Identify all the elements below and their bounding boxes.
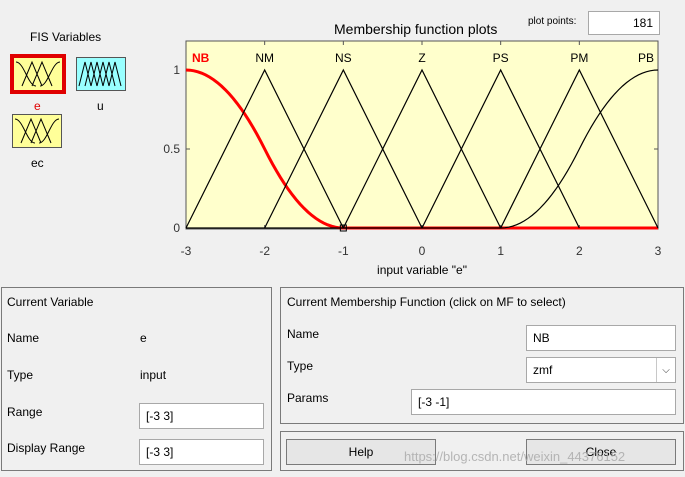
mf-type-value: zmf	[533, 363, 553, 377]
x-tick-label: -1	[338, 244, 349, 258]
current-variable-type-label: Type	[7, 368, 34, 382]
mf-params-label: Params	[287, 391, 329, 405]
x-axis-label: input variable "e"	[377, 263, 467, 277]
mf-name-label: Name	[287, 327, 320, 341]
membership-function-plot[interactable]: -3 -2 -1 0 1 2 3 0 0.5 1 NB NM NS Z PS PM PB input vari…	[0, 0, 685, 290]
mf-label-nb[interactable]: NB	[192, 51, 210, 65]
mf-label-z[interactable]: Z	[418, 51, 425, 65]
mf-label-nm[interactable]: NM	[255, 51, 274, 65]
current-variable-name-value: e	[140, 331, 147, 345]
mf-label-pb[interactable]: PB	[638, 51, 654, 65]
x-tick-label: 0	[419, 244, 426, 258]
watermark-text: https://blog.csdn.net/weixin_44376152	[404, 449, 626, 464]
x-tick-label: -2	[259, 244, 270, 258]
y-tick-label: 0.5	[163, 142, 180, 156]
y-tick-label: 1	[173, 63, 180, 77]
mf-params-input[interactable]: [-3 -1]	[411, 389, 676, 415]
x-tick-label: -3	[181, 244, 192, 258]
mf-name-input[interactable]: NB	[526, 325, 676, 351]
x-tick-label: 3	[655, 244, 662, 258]
mf-label-ps[interactable]: PS	[493, 51, 509, 65]
x-tick-label: 1	[497, 244, 504, 258]
display-range-input[interactable]: [-3 3]	[139, 439, 264, 465]
mf-type-select[interactable]: zmf ⌵	[526, 357, 676, 383]
current-mf-title: Current Membership Function (click on MF…	[287, 295, 566, 309]
mf-type-label: Type	[287, 359, 314, 373]
y-tick-label: 0	[173, 221, 180, 235]
chevron-down-icon[interactable]: ⌵	[656, 358, 675, 382]
current-variable-type-value: input	[140, 368, 167, 382]
mf-label-ns[interactable]: NS	[335, 51, 352, 65]
current-variable-name-label: Name	[7, 331, 40, 345]
range-input[interactable]: [-3 3]	[139, 403, 264, 429]
mf-label-pm[interactable]: PM	[570, 51, 588, 65]
range-label: Range	[7, 405, 43, 419]
x-tick-label: 2	[576, 244, 583, 258]
current-variable-title: Current Variable	[7, 295, 94, 309]
display-range-label: Display Range	[7, 441, 86, 455]
